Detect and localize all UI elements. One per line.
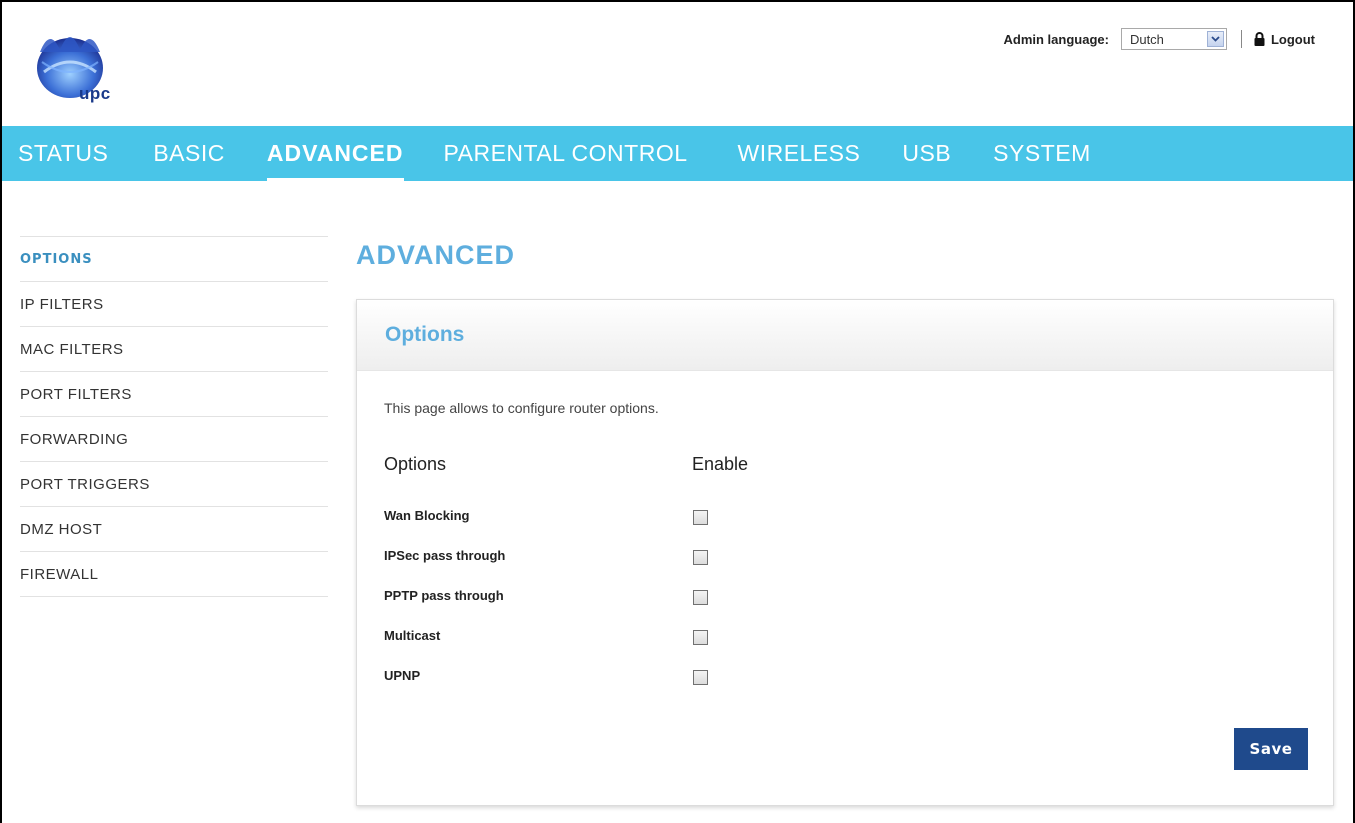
chevron-down-icon[interactable]	[1206, 31, 1224, 47]
ipsec-checkbox[interactable]	[693, 550, 708, 565]
page-title: ADVANCED	[356, 240, 516, 270]
logout-link[interactable]: Logout	[1254, 32, 1315, 47]
enable-column-header: Enable	[692, 454, 749, 474]
nav-label: BASIC	[153, 140, 225, 166]
sidebar-item-ip-filters[interactable]: IP FILTERS	[20, 281, 328, 326]
panel-title: Options	[357, 300, 1333, 371]
option-label-wan-blocking: Wan Blocking	[384, 508, 470, 523]
sidebar: OPTIONS IP FILTERS MAC FILTERS PORT FILT…	[20, 236, 328, 597]
sidebar-item-port-triggers[interactable]: PORT TRIGGERS	[20, 461, 328, 506]
divider	[1240, 30, 1242, 48]
sidebar-item-label: FORWARDING	[20, 430, 129, 448]
nav-item-parental-control[interactable]: PARENTAL CONTROL	[444, 126, 688, 181]
nav-label: WIRELESS	[737, 140, 861, 166]
main-nav: STATUS BASIC ADVANCED PARENTAL CONTROL W…	[2, 126, 1353, 182]
nav-label: SYSTEM	[993, 140, 1091, 166]
admin-language-label: Admin language:	[1003, 31, 1109, 47]
sidebar-item-label: DMZ HOST	[20, 520, 103, 538]
nav-item-wireless[interactable]: WIRELESS	[738, 126, 861, 181]
upnp-checkbox[interactable]	[693, 670, 708, 685]
sidebar-item-options[interactable]: OPTIONS	[20, 236, 328, 281]
nav-item-system[interactable]: SYSTEM	[993, 126, 1091, 181]
multicast-checkbox[interactable]	[693, 630, 708, 645]
logo-text: upc	[79, 84, 111, 103]
sidebar-item-firewall[interactable]: FIREWALL	[20, 551, 328, 597]
pptp-checkbox[interactable]	[693, 590, 708, 605]
nav-label: PARENTAL CONTROL	[443, 140, 688, 166]
lock-icon	[1254, 32, 1265, 46]
option-label-pptp: PPTP pass through	[384, 588, 504, 603]
nav-item-advanced[interactable]: ADVANCED	[266, 126, 404, 182]
save-button[interactable]: Save	[1234, 728, 1308, 770]
options-panel: Options This page allows to configure ro…	[356, 299, 1334, 806]
logout-label: Logout	[1270, 31, 1315, 47]
option-label-upnp: UPNP	[384, 668, 421, 683]
options-column-header: Options	[384, 454, 447, 474]
sidebar-item-label: PORT TRIGGERS	[20, 475, 150, 493]
admin-language-value: Dutch	[1129, 31, 1164, 47]
admin-language-select[interactable]: Dutch	[1120, 28, 1227, 50]
panel-description: This page allows to configure router opt…	[384, 400, 659, 416]
sidebar-item-label: PORT FILTERS	[20, 385, 132, 403]
sidebar-item-port-filters[interactable]: PORT FILTERS	[20, 371, 328, 416]
sidebar-item-label: FIREWALL	[20, 565, 99, 583]
sidebar-item-label: MAC FILTERS	[20, 340, 124, 358]
nav-label: USB	[902, 140, 952, 166]
sidebar-item-dmz-host[interactable]: DMZ HOST	[20, 506, 328, 551]
option-label-ipsec: IPSec pass through	[384, 548, 506, 563]
nav-label: STATUS	[18, 140, 109, 166]
top-bar: Admin language: Dutch Logout	[1003, 28, 1315, 50]
nav-item-basic[interactable]: BASIC	[153, 126, 225, 181]
sidebar-item-mac-filters[interactable]: MAC FILTERS	[20, 326, 328, 371]
sidebar-item-label: OPTIONS	[20, 251, 93, 267]
nav-item-status[interactable]: STATUS	[18, 126, 108, 181]
nav-item-usb[interactable]: USB	[902, 126, 951, 181]
wan-blocking-checkbox[interactable]	[693, 510, 708, 525]
sidebar-item-forwarding[interactable]: FORWARDING	[20, 416, 328, 461]
nav-label: ADVANCED	[266, 140, 404, 166]
option-label-multicast: Multicast	[384, 628, 441, 643]
sidebar-item-label: IP FILTERS	[20, 295, 104, 313]
